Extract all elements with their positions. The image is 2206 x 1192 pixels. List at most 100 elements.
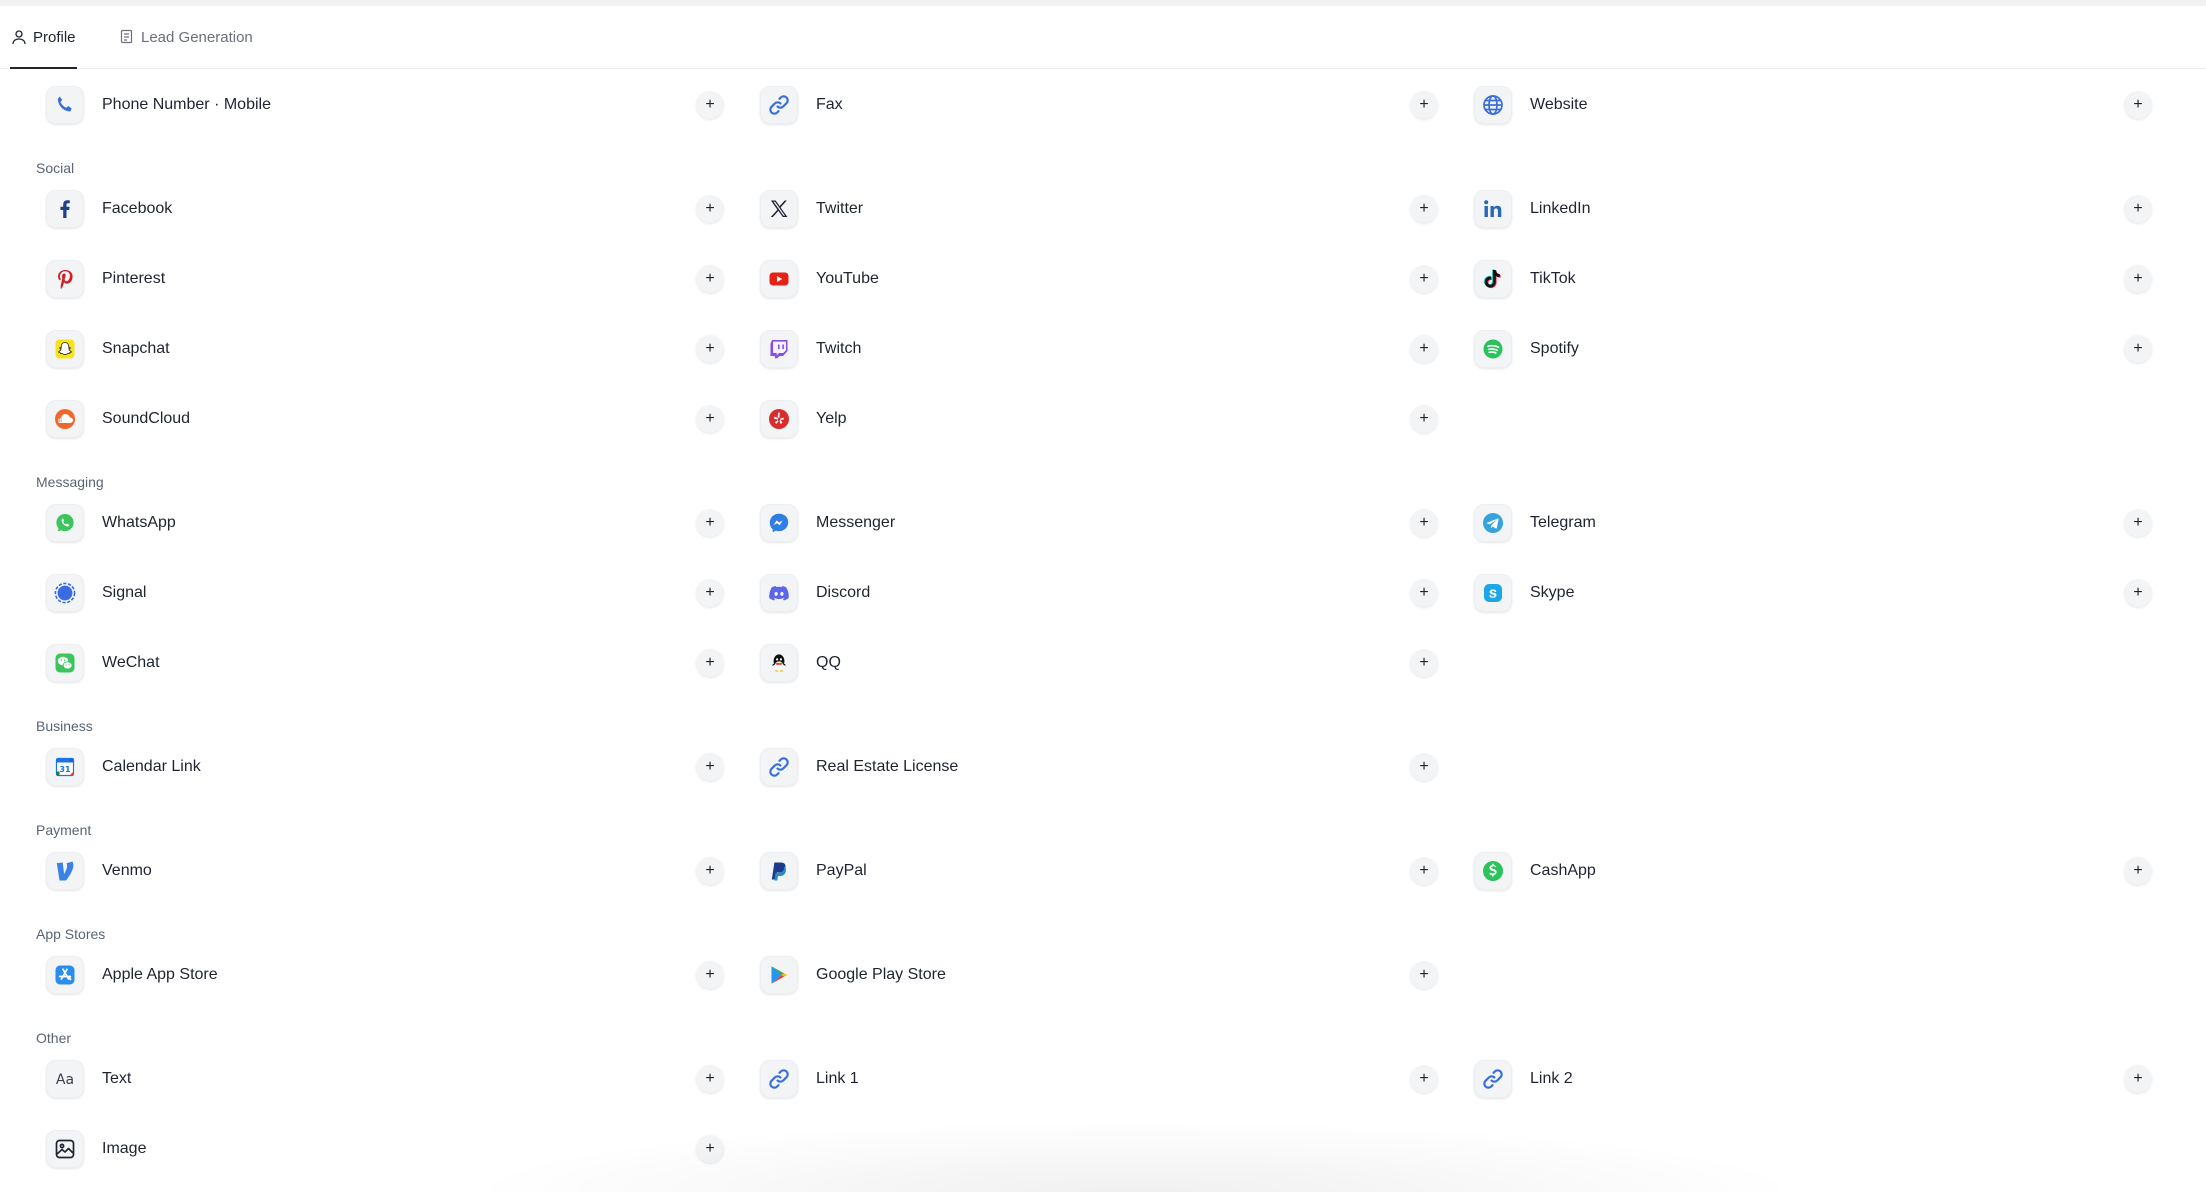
- field-item-fax[interactable]: Fax: [760, 80, 843, 130]
- add-venmo-button[interactable]: +: [696, 857, 724, 885]
- field-item-text[interactable]: Aa Text: [46, 1054, 131, 1104]
- field-item-soundcloud[interactable]: SoundCloud: [46, 394, 190, 444]
- add-signal-button[interactable]: +: [696, 579, 724, 607]
- field-item-wechat[interactable]: WeChat: [46, 638, 160, 688]
- add-apple-app-store-button[interactable]: +: [696, 961, 724, 989]
- add-phone-number-mobile-button[interactable]: +: [696, 91, 724, 119]
- yelp-icon: [760, 400, 798, 438]
- x-twitter-icon: [760, 190, 798, 228]
- field-item-label: Website: [1530, 96, 1588, 113]
- field-item-google-play-store[interactable]: Google Play Store: [760, 950, 946, 1000]
- add-cashapp-button[interactable]: +: [2124, 857, 2152, 885]
- qq-icon: [760, 644, 798, 682]
- field-item-qq[interactable]: QQ: [760, 638, 841, 688]
- field-item-paypal[interactable]: PayPal: [760, 846, 867, 896]
- whatsapp-icon: [46, 504, 84, 542]
- add-spotify-button[interactable]: +: [2124, 335, 2152, 363]
- field-item-link-2[interactable]: Link 2: [1474, 1054, 1573, 1104]
- svg-text:Aa: Aa: [56, 1072, 74, 1088]
- field-item-label: SoundCloud: [102, 410, 191, 427]
- add-discord-button[interactable]: +: [1410, 579, 1438, 607]
- field-item-yelp[interactable]: Yelp: [760, 394, 847, 444]
- field-item-label: Apple App Store: [102, 966, 218, 983]
- field-item-skype[interactable]: Skype: [1474, 568, 1574, 618]
- image-icon: [46, 1130, 84, 1168]
- field-item-cashapp[interactable]: CashApp: [1474, 846, 1596, 896]
- add-fax-button[interactable]: +: [1410, 91, 1438, 119]
- add-messenger-button[interactable]: +: [1410, 509, 1438, 537]
- field-item-spotify[interactable]: Spotify: [1474, 324, 1579, 374]
- field-item-tiktok[interactable]: TikTok: [1474, 254, 1576, 304]
- add-snapchat-button[interactable]: +: [696, 335, 724, 363]
- field-item-facebook[interactable]: Facebook: [46, 184, 172, 234]
- field-item-linkedin[interactable]: LinkedIn: [1474, 184, 1591, 234]
- form-icon: [119, 29, 135, 45]
- tab-profile[interactable]: Profile: [10, 6, 77, 69]
- discord-icon: [760, 574, 798, 612]
- field-item-real-estate-license[interactable]: Real Estate License: [760, 742, 958, 792]
- field-item-twitter[interactable]: Twitter: [760, 184, 863, 234]
- add-yelp-button[interactable]: +: [1410, 405, 1438, 433]
- cashapp-icon: [1474, 852, 1512, 890]
- add-twitter-button[interactable]: +: [1410, 195, 1438, 223]
- field-item-telegram[interactable]: Telegram: [1474, 498, 1596, 548]
- field-item-pinterest[interactable]: Pinterest: [46, 254, 165, 304]
- add-linkedin-button[interactable]: +: [2124, 195, 2152, 223]
- field-item-label: TikTok: [1530, 270, 1576, 287]
- add-text-button[interactable]: +: [696, 1065, 724, 1093]
- field-item-image[interactable]: Image: [46, 1124, 146, 1174]
- field-item-apple-app-store[interactable]: Apple App Store: [46, 950, 218, 1000]
- field-item-label: Spotify: [1530, 340, 1579, 357]
- add-real-estate-license-button[interactable]: +: [1410, 753, 1438, 781]
- add-youtube-button[interactable]: +: [1410, 265, 1438, 293]
- add-website-button[interactable]: +: [2124, 91, 2152, 119]
- field-item-signal[interactable]: Signal: [46, 568, 146, 618]
- field-item-snapchat[interactable]: Snapchat: [46, 324, 170, 374]
- tiktok-icon: [1474, 260, 1512, 298]
- field-item-youtube[interactable]: YouTube: [760, 254, 879, 304]
- section-heading: Business: [36, 718, 93, 734]
- youtube-icon: [760, 260, 798, 298]
- field-item-discord[interactable]: Discord: [760, 568, 870, 618]
- add-paypal-button[interactable]: +: [1410, 857, 1438, 885]
- add-link-2-button[interactable]: +: [2124, 1065, 2152, 1093]
- add-skype-button[interactable]: +: [2124, 579, 2152, 607]
- field-item-label: Skype: [1530, 584, 1575, 601]
- field-item-messenger[interactable]: Messenger: [760, 498, 895, 548]
- field-item-venmo[interactable]: Venmo: [46, 846, 152, 896]
- field-item-label: Pinterest: [102, 270, 166, 287]
- field-item-phone-number-mobile[interactable]: Phone Number · Mobile: [46, 80, 271, 130]
- field-item-label: Text: [102, 1070, 132, 1087]
- add-pinterest-button[interactable]: +: [696, 265, 724, 293]
- field-item-label: Telegram: [1530, 514, 1596, 531]
- field-item-link-1[interactable]: Link 1: [760, 1054, 859, 1104]
- tab-lead-generation[interactable]: Lead Generation: [119, 6, 253, 68]
- field-item-label: Facebook: [102, 200, 173, 217]
- section-heading: Other: [36, 1030, 72, 1046]
- add-wechat-button[interactable]: +: [696, 649, 724, 677]
- add-google-play-store-button[interactable]: +: [1410, 961, 1438, 989]
- text-icon: Aa: [46, 1060, 84, 1098]
- phone-icon: [46, 86, 84, 124]
- section-heading: App Stores: [36, 926, 106, 942]
- add-twitch-button[interactable]: +: [1410, 335, 1438, 363]
- field-item-calendar-link[interactable]: 31 Calendar Link: [46, 742, 201, 792]
- add-tiktok-button[interactable]: +: [2124, 265, 2152, 293]
- paypal-icon: [760, 852, 798, 890]
- field-item-label: CashApp: [1530, 862, 1596, 879]
- section-heading: Social: [36, 160, 75, 176]
- section-heading: Payment: [36, 822, 92, 838]
- field-item-label: Signal: [102, 584, 147, 601]
- add-qq-button[interactable]: +: [1410, 649, 1438, 677]
- add-link-1-button[interactable]: +: [1410, 1065, 1438, 1093]
- add-facebook-button[interactable]: +: [696, 195, 724, 223]
- field-item-twitch[interactable]: Twitch: [760, 324, 861, 374]
- add-telegram-button[interactable]: +: [2124, 509, 2152, 537]
- add-calendar-link-button[interactable]: +: [696, 753, 724, 781]
- add-soundcloud-button[interactable]: +: [696, 405, 724, 433]
- add-image-button[interactable]: +: [696, 1135, 724, 1163]
- section-heading: Messaging: [36, 474, 104, 490]
- field-item-whatsapp[interactable]: WhatsApp: [46, 498, 176, 548]
- field-item-website[interactable]: Website: [1474, 80, 1588, 130]
- add-whatsapp-button[interactable]: +: [696, 509, 724, 537]
